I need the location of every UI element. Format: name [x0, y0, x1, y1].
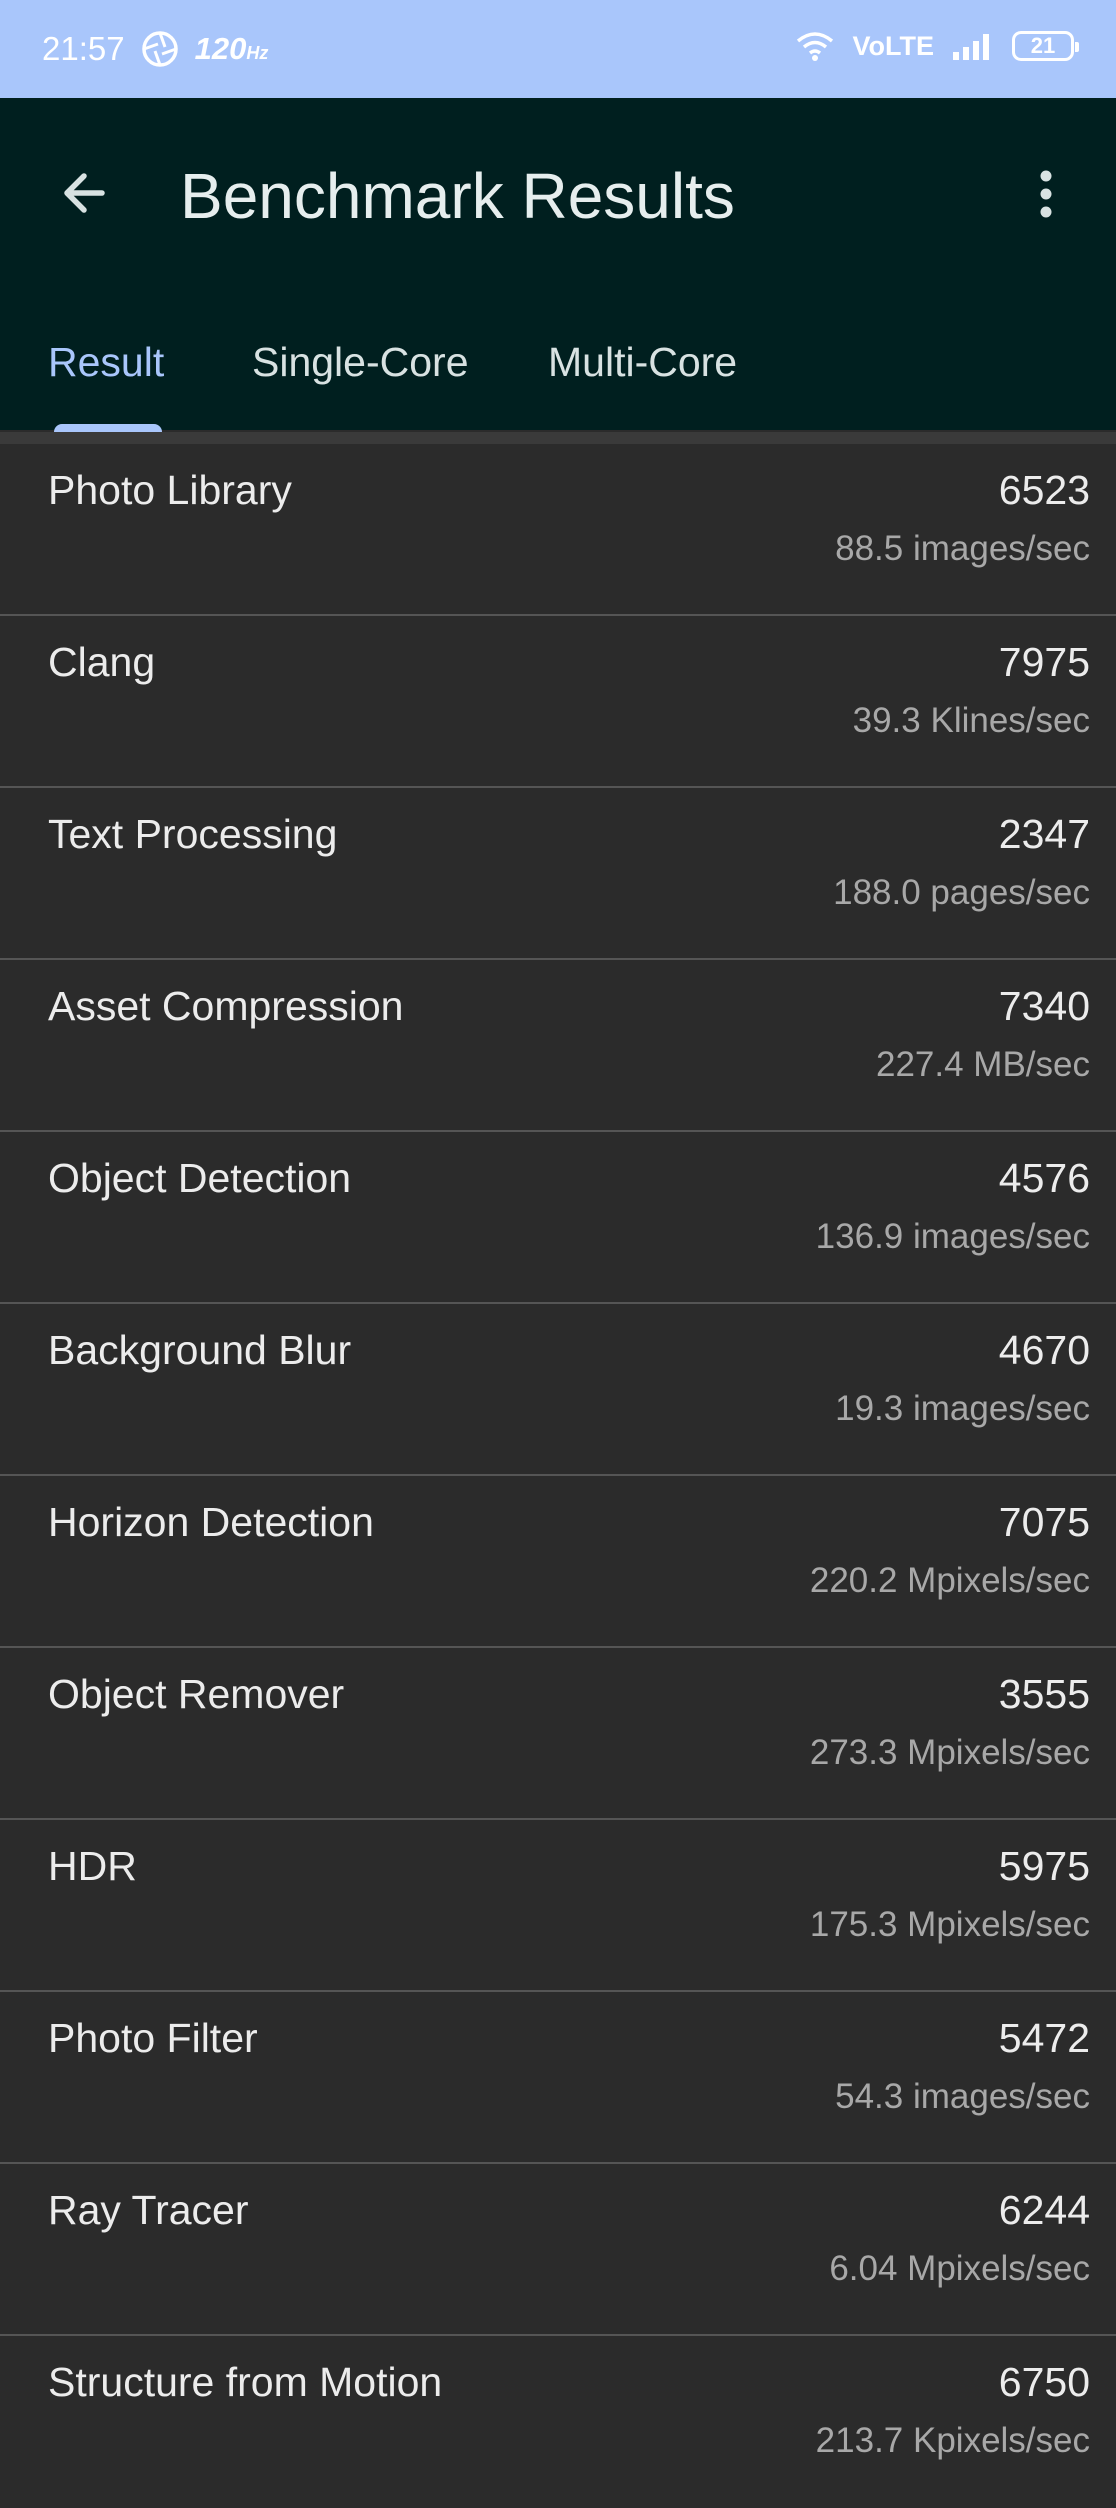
test-rate: 6.04 Mpixels/sec [829, 2249, 1090, 2288]
app-bar: Benchmark Results Result Single-Core Mul… [0, 98, 1116, 430]
test-name: Object Detection [48, 1155, 352, 1201]
status-bar-right: VoLTE 21 [795, 30, 1079, 62]
test-score: 3555 [998, 1671, 1090, 1717]
test-score: 5472 [998, 2015, 1090, 2061]
active-tab-indicator [54, 424, 162, 432]
results-list: Photo Library 6523 88.5 images/sec Clang… [0, 444, 1116, 2508]
list-item: Clang 7975 39.3 Klines/sec [0, 616, 1116, 788]
signal-icon [953, 34, 989, 60]
tab-multi-core[interactable]: Multi-Core [548, 336, 737, 388]
arrow-back-icon[interactable] [50, 158, 120, 228]
refresh-rate: 120Hz [194, 31, 269, 66]
test-score: 6244 [998, 2187, 1090, 2233]
more-vert-icon[interactable] [1016, 164, 1076, 224]
test-rate: 19.3 images/sec [835, 1389, 1090, 1428]
test-name: Object Remover [48, 1671, 345, 1717]
clock: 21:57 [42, 30, 125, 67]
list-item: Asset Compression 7340 227.4 MB/sec [0, 960, 1116, 1132]
test-score: 7075 [998, 1499, 1090, 1545]
battery-icon: 21 [1012, 31, 1079, 61]
tab-divider [0, 432, 1116, 444]
test-score: 6750 [998, 2359, 1090, 2405]
test-rate: 273.3 Mpixels/sec [809, 1733, 1090, 1772]
test-score: 6523 [998, 467, 1090, 513]
test-rate: 88.5 images/sec [835, 529, 1090, 568]
test-rate: 213.7 Kpixels/sec [815, 2421, 1090, 2460]
test-name: Ray Tracer [48, 2187, 249, 2233]
list-item: Background Blur 4670 19.3 images/sec [0, 1304, 1116, 1476]
list-item: Object Detection 4576 136.9 images/sec [0, 1132, 1116, 1304]
status-bar: 21:57 120Hz VoLTE 21 [0, 0, 1116, 98]
page-title: Benchmark Results [180, 160, 735, 232]
list-item: Photo Library 6523 88.5 images/sec [0, 444, 1116, 616]
list-item: Structure from Motion 6750 213.7 Kpixels… [0, 2336, 1116, 2508]
test-name: Background Blur [48, 1327, 352, 1373]
list-item: Ray Tracer 6244 6.04 Mpixels/sec [0, 2164, 1116, 2336]
test-name: HDR [48, 1843, 137, 1889]
test-name: Asset Compression [48, 983, 404, 1029]
test-rate: 227.4 MB/sec [876, 1045, 1090, 1084]
test-score: 4670 [998, 1327, 1090, 1373]
test-name: Photo Library [48, 467, 292, 513]
tab-bar: Result Single-Core Multi-Core [0, 336, 1116, 430]
tab-single-core[interactable]: Single-Core [252, 336, 469, 388]
test-name: Horizon Detection [48, 1499, 374, 1545]
test-rate: 136.9 images/sec [815, 1217, 1090, 1256]
test-rate: 220.2 Mpixels/sec [809, 1561, 1090, 1600]
test-score: 4576 [998, 1155, 1090, 1201]
network-type: VoLTE [852, 30, 935, 61]
test-rate: 54.3 images/sec [835, 2077, 1090, 2116]
test-score: 7975 [998, 639, 1090, 685]
test-score: 2347 [998, 811, 1090, 857]
wifi-icon [796, 32, 833, 61]
aperture-icon [141, 31, 178, 67]
battery-level: 21 [1030, 33, 1056, 58]
list-item: Object Remover 3555 273.3 Mpixels/sec [0, 1648, 1116, 1820]
test-rate: 188.0 pages/sec [833, 873, 1090, 912]
tab-result[interactable]: Result [48, 336, 164, 388]
list-item: Text Processing 2347 188.0 pages/sec [0, 788, 1116, 960]
test-score: 7340 [998, 983, 1090, 1029]
test-rate: 175.3 Mpixels/sec [809, 1905, 1090, 1944]
test-name: Photo Filter [48, 2015, 258, 2061]
test-name: Clang [48, 639, 156, 685]
status-bar-left: 21:57 120Hz [42, 30, 268, 68]
list-item: Photo Filter 5472 54.3 images/sec [0, 1992, 1116, 2164]
list-item: HDR 5975 175.3 Mpixels/sec [0, 1820, 1116, 1992]
test-score: 5975 [998, 1843, 1090, 1889]
list-item: Horizon Detection 7075 220.2 Mpixels/sec [0, 1476, 1116, 1648]
test-name: Structure from Motion [48, 2359, 443, 2405]
test-name: Text Processing [48, 811, 338, 857]
test-rate: 39.3 Klines/sec [852, 701, 1090, 740]
